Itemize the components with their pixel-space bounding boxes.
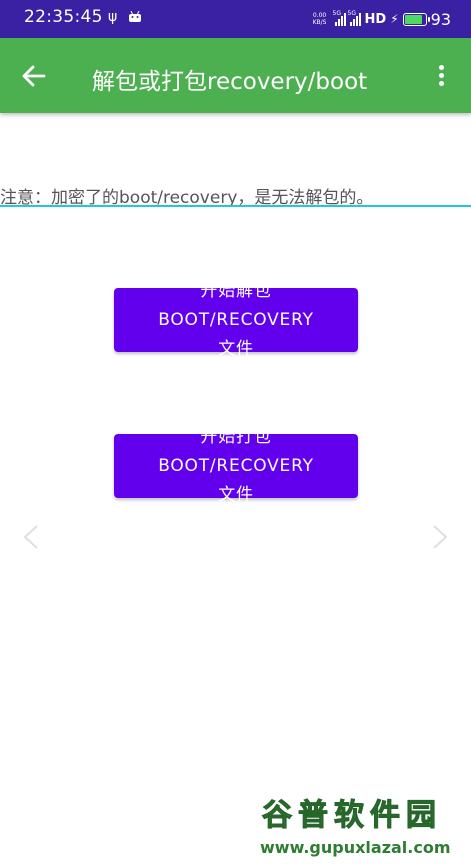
status-time: 22:35:45 [24,7,103,27]
notice-field: 注意：加密了的boot/recovery，是无法解包的。 [0,176,471,208]
notice-underline [0,205,471,207]
status-bar: 22:35:45 ψ 0.00 KB/S 5G 5G HD ⚡ 93 [0,0,471,38]
battery-icon [402,12,430,26]
chevron-right-icon[interactable] [431,524,449,550]
net-speed-unit: KB/S [312,19,327,26]
net-speed-value: 0.00 [312,12,327,19]
android-icon [129,11,141,22]
status-indicators: 0.00 KB/S 5G 5G HD ⚡ 93 [309,8,451,30]
net-speed: 0.00 KB/S [309,12,331,26]
battery-level: 93 [430,9,451,29]
sim1-tag: 5G [332,9,341,17]
chevron-left-icon[interactable] [22,524,40,550]
signal-icon: 5G [332,9,346,26]
unpack-button[interactable]: 开始解包BOOT/RECOVERY文件 [114,281,358,359]
arrow-left-icon[interactable] [22,65,46,87]
watermark-logo: 谷普软件园 [262,798,442,834]
watermark-url: www.gupuxlazal.com [260,838,451,857]
watermark: 谷普软件园 www.gupuxlazal.com [258,790,468,862]
pack-button[interactable]: 开始打包BOOT/RECOVERY文件 [114,427,358,505]
charging-icon: ⚡ [390,12,399,26]
more-vert-icon[interactable] [439,65,445,87]
pack-button-label: 开始打包BOOT/RECOVERY文件 [158,426,314,505]
usb-icon: ψ [108,9,118,25]
hd-badge: HD [364,11,387,27]
unpack-button-label: 开始解包BOOT/RECOVERY文件 [158,280,314,359]
signal-icon: 5G [347,9,361,26]
app-bar: 解包或打包recovery/boot [0,38,471,113]
page-title: 解包或打包recovery/boot [92,69,368,95]
sim2-tag: 5G [347,9,356,17]
